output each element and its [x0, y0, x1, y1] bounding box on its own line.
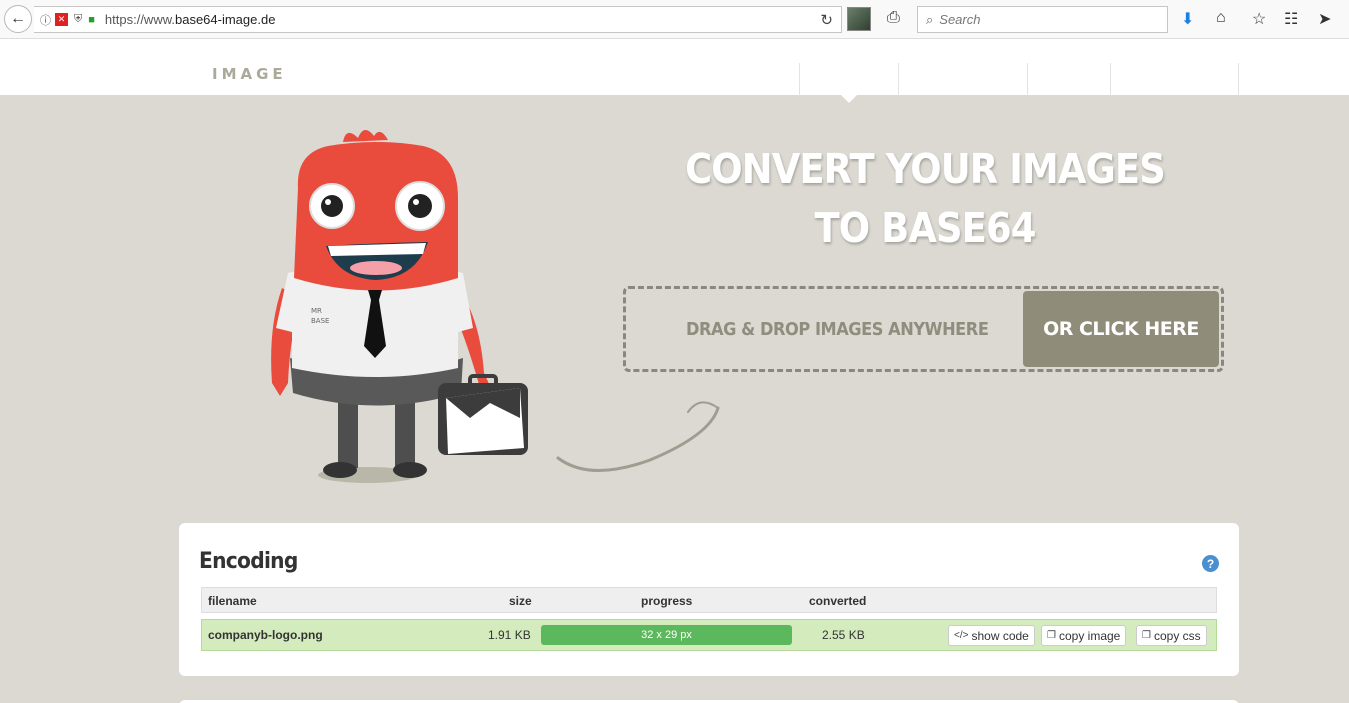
copy-image-label: copy image [1058, 628, 1121, 643]
download-icon[interactable]: ⬇ [1181, 9, 1194, 29]
nav-divider [1027, 63, 1028, 96]
nav-divider [799, 63, 800, 96]
panel-title: Encoding [199, 549, 298, 574]
table-header: filename size progress converted [201, 587, 1217, 613]
help-icon[interactable]: ? [1202, 555, 1219, 572]
show-code-button[interactable]: </> show code [948, 625, 1035, 646]
search-input[interactable] [939, 12, 1140, 27]
browser-toolbar: ← ⓘ ✕ ⛨ ■ https://www.base64-image.de ↻ … [0, 0, 1349, 38]
column-header-progress: progress [641, 594, 693, 608]
mascot-shirt-label: BASE [311, 317, 329, 325]
hero-title-line: CONVERT YOUR IMAGES [685, 145, 1166, 193]
bookmark-star-icon[interactable]: ☆ [1252, 9, 1266, 29]
search-box[interactable]: ⌕ [917, 6, 1168, 33]
drop-zone-label: DRAG & DROP IMAGES ANYWHERE [686, 319, 989, 340]
print-icon[interactable]: ⎙ [887, 9, 900, 27]
converted-size: 2.55 KB [822, 628, 865, 642]
extension-icon[interactable] [847, 7, 871, 31]
nav-divider [1238, 63, 1239, 96]
file-name: companyb-logo.png [208, 628, 323, 642]
copy-icon: ❐ [1142, 630, 1151, 641]
code-icon: </> [954, 630, 969, 641]
site-header: IMAGE [0, 38, 1349, 96]
blocked-icon[interactable]: ✕ [55, 13, 68, 26]
progress-bar: 32 x 29 px [541, 625, 792, 645]
copy-icon: ❐ [1047, 630, 1056, 641]
table-row: companyb-logo.png 1.91 KB 32 x 29 px 2.5… [201, 619, 1217, 651]
column-header-converted: converted [809, 594, 867, 608]
hero-title: CONVERT YOUR IMAGES TO BASE64 [669, 140, 1182, 258]
copy-image-button[interactable]: ❐ copy image [1041, 625, 1127, 646]
progress-label: 32 x 29 px [641, 629, 692, 641]
lock-icon[interactable]: ■ [88, 14, 95, 26]
address-bar[interactable]: ⓘ ✕ ⛨ ■ https://www.base64-image.de ↻ [34, 6, 842, 33]
nav-divider [898, 63, 899, 96]
column-header-size: size [509, 594, 532, 608]
reload-icon[interactable]: ↻ [820, 11, 833, 29]
file-size: 1.91 KB [488, 628, 531, 642]
shield-icon[interactable]: ⛨ [74, 13, 82, 26]
reader-icon[interactable]: ☷ [1284, 9, 1298, 29]
upload-button[interactable]: OR CLICK HERE [1023, 291, 1219, 367]
hero-title-line: TO BASE64 [814, 204, 1036, 252]
info-icon[interactable]: ⓘ [40, 12, 51, 28]
url-text[interactable]: https://www.base64-image.de [105, 12, 276, 27]
column-header-filename: filename [208, 594, 257, 608]
mascot-illustration: MR BASE [271, 129, 528, 483]
nav-divider [1110, 63, 1111, 96]
back-icon[interactable]: ← [4, 5, 32, 33]
encoding-panel: Encoding ? filename size progress conver… [179, 523, 1239, 676]
search-icon: ⌕ [926, 11, 934, 27]
show-code-label: show code [971, 628, 1029, 643]
send-icon[interactable]: ➤ [1318, 9, 1331, 29]
copy-css-label: copy css [1153, 628, 1201, 643]
site-logo[interactable]: IMAGE [212, 65, 287, 83]
arrow-swoosh-graphic [556, 401, 720, 472]
drop-zone[interactable]: DRAG & DROP IMAGES ANYWHERE OR CLICK HER… [623, 286, 1224, 372]
mascot-shirt-label: MR [311, 307, 322, 315]
home-icon[interactable]: ⌂ [1216, 9, 1226, 27]
copy-css-button[interactable]: ❐ copy css [1136, 625, 1207, 646]
nav-active-caret [841, 95, 857, 103]
